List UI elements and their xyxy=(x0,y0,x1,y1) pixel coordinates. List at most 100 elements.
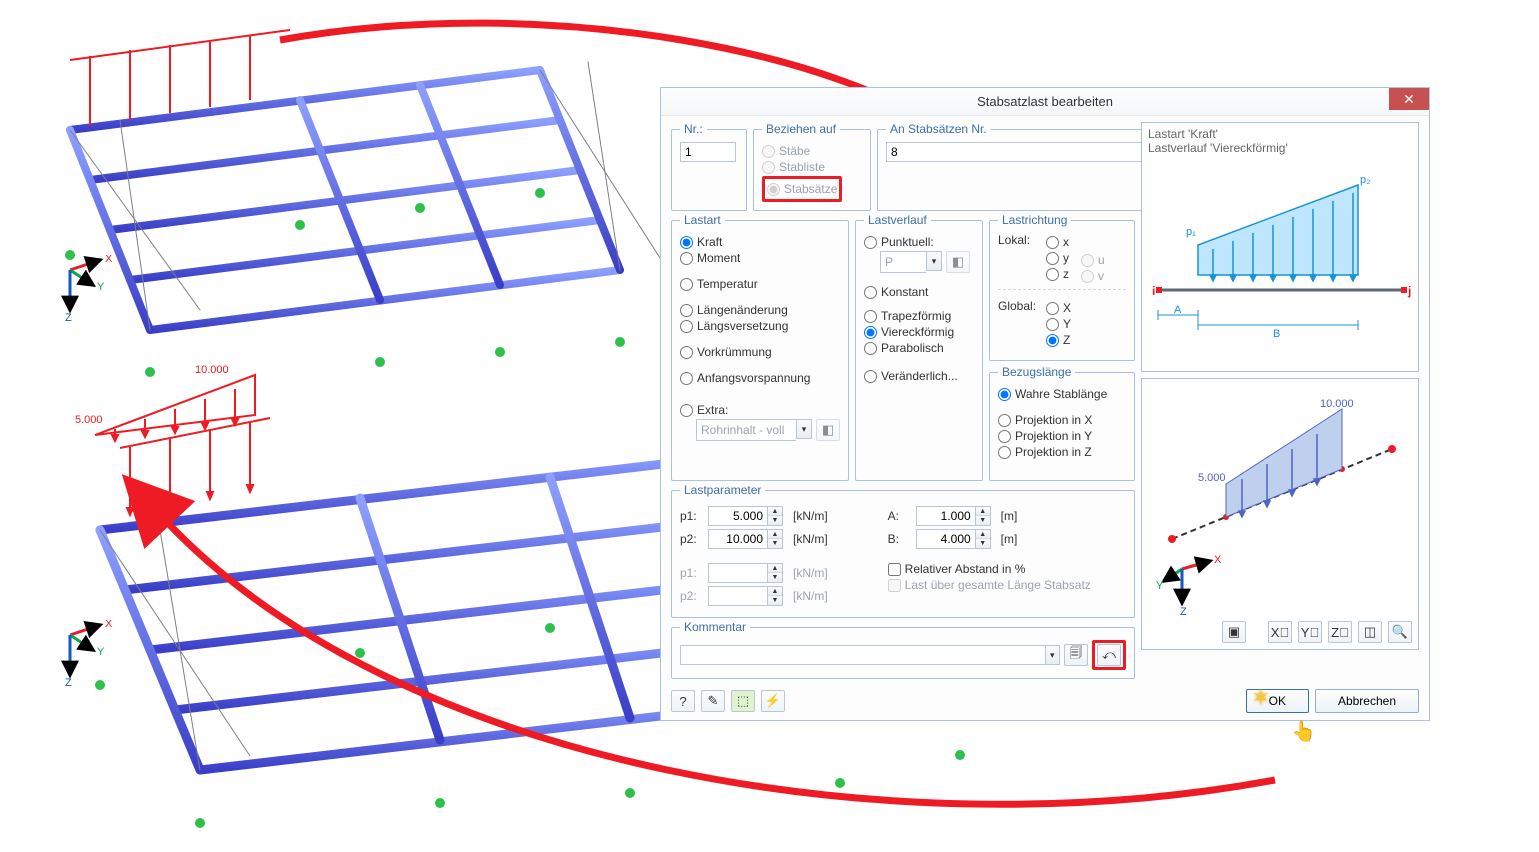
lightning-icon[interactable]: ⚡ xyxy=(761,690,785,712)
edit-icon[interactable]: ✎ xyxy=(701,690,725,712)
chevron-down-icon[interactable]: ▾ xyxy=(1045,645,1060,665)
A-input[interactable] xyxy=(916,506,976,526)
close-button[interactable]: ✕ xyxy=(1389,88,1429,110)
spin-down-icon[interactable]: ▼ xyxy=(976,516,990,525)
p2-unit: [kN/m] xyxy=(793,532,828,546)
radio-projX[interactable]: Projektion in X xyxy=(998,413,1126,427)
radio-local-v: v xyxy=(1081,269,1105,283)
radio-global-Y[interactable]: Y xyxy=(1046,317,1071,331)
edit-member-set-load-dialog: Stabsatzlast bearbeiten ✕ Nr.: Beziehen … xyxy=(660,87,1430,721)
radio-laengenaenderung[interactable]: Längenänderung xyxy=(680,303,840,317)
cursor-icon: 👆 xyxy=(1291,719,1316,744)
radio-local-x[interactable]: x xyxy=(1046,235,1069,249)
radio-projZ[interactable]: Projektion in Z xyxy=(998,445,1126,459)
spin-up-icon[interactable]: ▲ xyxy=(976,530,990,539)
radio-temperatur[interactable]: Temperatur xyxy=(680,277,840,291)
preview3d-v2: 10.000 xyxy=(1320,398,1354,410)
radio-stabliste: Stabliste xyxy=(762,160,862,174)
model-viewports: X Y Z 10.000 5.000 xyxy=(0,0,660,852)
spin-down-icon[interactable]: ▼ xyxy=(768,516,782,525)
p2b-label: p2: xyxy=(680,589,702,603)
load-diagram-svg: p₁ p₂ i j A B xyxy=(1148,155,1414,355)
load-diagram-preview: Lastart 'Kraft' Lastverlauf 'Viereckförm… xyxy=(1141,122,1419,372)
svg-text:X: X xyxy=(1214,554,1222,566)
spin-up-icon[interactable]: ▲ xyxy=(976,507,990,516)
highlight-stabsaetze: Stabsätze xyxy=(762,176,842,202)
diag-B: B xyxy=(1273,328,1280,340)
preview3d-v1: 5.000 xyxy=(1198,472,1226,484)
radio-anfangsvorspannung[interactable]: Anfangsvorspannung xyxy=(680,371,840,385)
radio-local-z[interactable]: z xyxy=(1046,267,1069,281)
bezugslaenge-fieldset: Bezugslänge Wahre Stablänge Projektion i… xyxy=(989,365,1135,481)
radio-trapezfoermig[interactable]: Trapezförmig xyxy=(864,309,974,323)
radio-kraft[interactable]: Kraft xyxy=(680,235,840,249)
click-burst-icon: ✶ xyxy=(1252,685,1270,711)
spin-down-icon[interactable]: ▼ xyxy=(768,539,782,548)
lastrichtung-legend: Lastrichtung xyxy=(998,213,1071,227)
radio-viereckfoermig[interactable]: Viereckförmig xyxy=(864,325,974,339)
view-z-icon[interactable]: Z⃣ xyxy=(1328,621,1352,643)
view-x-icon[interactable]: X⃣ xyxy=(1268,621,1292,643)
axis-y-label-2: Y xyxy=(97,646,105,658)
spin-up-icon[interactable]: ▲ xyxy=(768,530,782,539)
view-iso-icon[interactable]: ◫ xyxy=(1358,621,1382,643)
lastparameter-legend: Lastparameter xyxy=(680,483,765,497)
radio-local-y[interactable]: y xyxy=(1046,251,1069,265)
chevron-down-icon: ▾ xyxy=(796,419,812,439)
axis-z-label-2: Z xyxy=(65,677,72,689)
apply-icon[interactable]: ⤺ xyxy=(1097,644,1121,666)
radio-konstant[interactable]: Konstant xyxy=(864,285,974,299)
load-value-1: 10.000 xyxy=(195,365,229,376)
axis-x-label: X xyxy=(105,255,113,265)
kommentar-save-icon[interactable]: 🗐 xyxy=(1064,644,1088,666)
axis-triad-bottom: X Y Z xyxy=(55,620,115,690)
radio-stabsaetze[interactable]: Stabsätze xyxy=(767,182,837,196)
p2-input[interactable] xyxy=(708,529,768,549)
lastverlauf-fieldset: Lastverlauf Punktuell: ▾ ◧ Konstant Trap… xyxy=(855,213,983,481)
view-search-icon[interactable]: 🔍 xyxy=(1388,621,1412,643)
B-unit: [m] xyxy=(1001,532,1018,546)
kommentar-input[interactable] xyxy=(680,645,1045,665)
calc-icon[interactable]: ⬚ xyxy=(731,690,755,712)
B-input[interactable] xyxy=(916,529,976,549)
radio-laengsversetzung[interactable]: Längsversetzung xyxy=(680,319,840,333)
help-icon[interactable]: ? xyxy=(671,690,695,712)
A-unit: [m] xyxy=(1001,509,1018,523)
radio-vorkruemmung[interactable]: Vorkrümmung xyxy=(680,345,840,359)
spin-up-icon[interactable]: ▲ xyxy=(768,507,782,516)
nr-fieldset: Nr.: xyxy=(671,122,747,211)
load-preview-3d-svg: 5.000 10.000 X Y Z xyxy=(1142,379,1418,649)
radio-veraenderlich[interactable]: Veränderlich... xyxy=(864,369,974,383)
nr-input[interactable] xyxy=(680,142,736,162)
radio-moment[interactable]: Moment xyxy=(680,251,840,265)
radio-global-X[interactable]: X xyxy=(1046,301,1071,315)
radio-projY[interactable]: Projektion in Y xyxy=(998,429,1126,443)
kommentar-fieldset: Kommentar ▾ 🗐 ⤺ xyxy=(671,620,1135,679)
preview-lastart: Lastart 'Kraft' xyxy=(1148,127,1412,141)
spin-down-icon[interactable]: ▼ xyxy=(976,539,990,548)
lastart-fieldset: Lastart Kraft Moment Temperatur Längenän… xyxy=(671,213,849,481)
p2b-unit: [kN/m] xyxy=(793,589,828,603)
view-mode-icon[interactable]: ▣ xyxy=(1222,621,1246,643)
radio-wahre[interactable]: Wahre Stablänge xyxy=(998,387,1126,401)
p1-unit: [kN/m] xyxy=(793,509,828,523)
radio-global-Z[interactable]: Z xyxy=(1046,333,1071,347)
view-y-icon[interactable]: Y⃣ xyxy=(1298,621,1322,643)
p1b-unit: [kN/m] xyxy=(793,566,828,580)
nr-legend: Nr.: xyxy=(680,122,707,136)
p2b-input xyxy=(708,586,768,606)
axis-y-label: Y xyxy=(97,281,105,293)
radio-punktuell[interactable]: Punktuell: xyxy=(864,235,974,249)
punktuell-info-icon: ◧ xyxy=(946,251,970,273)
radio-extra[interactable]: Extra: xyxy=(680,403,840,417)
diag-p2: p₂ xyxy=(1360,174,1370,186)
abbrechen-button[interactable]: Abbrechen xyxy=(1315,689,1419,713)
axis-x-label-2: X xyxy=(105,620,113,630)
global-label: Global: xyxy=(998,299,1040,349)
p1-input[interactable] xyxy=(708,506,768,526)
diag-i: i xyxy=(1152,284,1155,298)
chk-relativer-abstand[interactable]: Relativer Abstand in % xyxy=(888,562,1091,576)
radio-parabolisch[interactable]: Parabolisch xyxy=(864,341,974,355)
p1-label: p1: xyxy=(680,509,702,523)
p2-label: p2: xyxy=(680,532,702,546)
